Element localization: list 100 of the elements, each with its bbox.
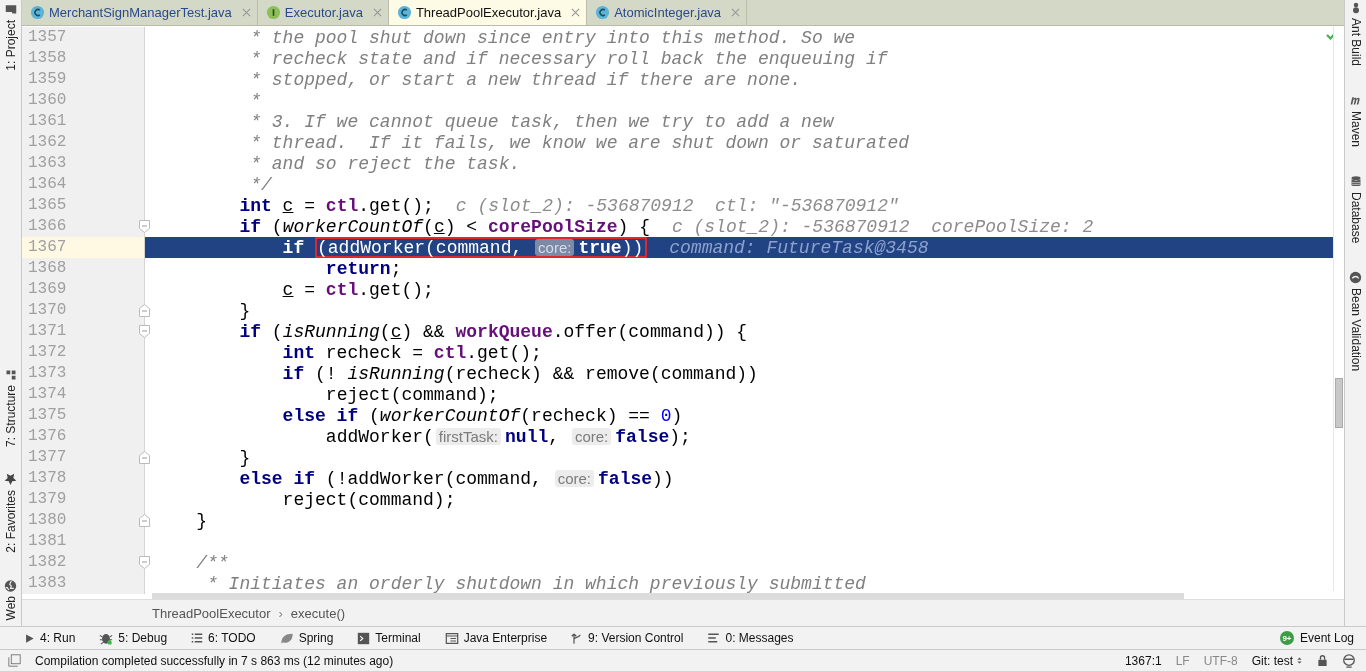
- tool-window-button[interactable]: 6: TODO: [191, 631, 256, 645]
- line-number: 1376: [27, 426, 68, 447]
- line-number: 1374: [27, 384, 68, 405]
- tool-window-button[interactable]: Ant Build: [1348, 2, 1363, 67]
- parameter-hint: core:: [535, 239, 575, 256]
- variable-name: c: [282, 195, 294, 216]
- code-text: ): [671, 405, 683, 426]
- keyword: false: [598, 468, 653, 489]
- code-text: .get();: [358, 279, 434, 300]
- notification-badge: 9+: [1279, 631, 1294, 645]
- line-number: 1365: [27, 195, 68, 216]
- field-name: ctl: [433, 342, 467, 363]
- code-text: .get();: [466, 342, 542, 363]
- close-icon[interactable]: [731, 8, 741, 17]
- code-text: }: [239, 300, 251, 321]
- breadcrumb[interactable]: ThreadPoolExecutor: [152, 605, 271, 621]
- tool-window-button[interactable]: Spring: [279, 631, 334, 645]
- code-text: (: [270, 321, 283, 342]
- editor-tab[interactable]: ThreadPoolExecutor.java: [388, 0, 588, 25]
- code-text: (addWorker(command,: [317, 237, 524, 258]
- class-icon: [595, 5, 611, 20]
- variable-name: c: [390, 321, 402, 342]
- tool-window-button[interactable]: 4: Run: [24, 631, 76, 645]
- line-number: 1381: [27, 531, 68, 552]
- git-branch[interactable]: Git: test: [1251, 653, 1303, 668]
- line-number: 1358: [27, 48, 68, 69]
- code-text: )): [652, 468, 674, 489]
- parameter-hint: firstTask:: [435, 428, 502, 445]
- line-number: 1367: [22, 237, 144, 258]
- tool-window-button[interactable]: 9: Version Control: [571, 631, 684, 645]
- line-number: 1357: [27, 27, 68, 48]
- code-text: (: [368, 405, 380, 426]
- code-comment: * 3. If we cannot queue task, then we try to add a new: [250, 111, 834, 132]
- keyword: int: [282, 342, 315, 363]
- horizontal-scrollbar[interactable]: [152, 593, 1184, 599]
- status-icon: [8, 654, 21, 667]
- code-text: ) {: [617, 216, 650, 237]
- line-number: 1366: [27, 216, 68, 237]
- code-text: ;: [390, 258, 402, 279]
- code-comment: *: [250, 90, 261, 111]
- number-literal: 0: [660, 405, 672, 426]
- class-icon: [396, 5, 412, 20]
- breadcrumb-separator: ›: [278, 605, 283, 621]
- tool-window-button[interactable]: Bean Validation: [1348, 271, 1363, 372]
- tool-window-button[interactable]: Maven: [1348, 94, 1363, 148]
- line-number: 1379: [27, 489, 68, 510]
- code-comment: * stopped, or start a new thread if there are none.: [250, 69, 802, 90]
- close-icon[interactable]: [372, 8, 382, 17]
- fold-icon[interactable]: [139, 304, 150, 317]
- tool-window-button[interactable]: 1: Project: [3, 4, 18, 71]
- tool-window-button[interactable]: Java Enterprise: [444, 631, 548, 645]
- code-text: (: [270, 216, 283, 237]
- inspector-icon: [1342, 653, 1356, 668]
- parameter-hint: core:: [554, 470, 595, 487]
- code-comment: * the pool shut down since entry into this method. So we: [250, 27, 856, 48]
- tool-window-button[interactable]: Database: [1348, 175, 1363, 244]
- keyword: true: [578, 237, 622, 258]
- interface-icon: [265, 5, 281, 20]
- line-number: 1375: [27, 405, 68, 426]
- close-icon[interactable]: [571, 8, 581, 17]
- database-icon: [1349, 175, 1362, 189]
- fold-icon[interactable]: [139, 451, 150, 464]
- line-number: 1382: [27, 552, 68, 573]
- code-text: ) <: [444, 216, 479, 237]
- fold-icon[interactable]: [139, 556, 150, 569]
- line-number: 1363: [27, 153, 68, 174]
- tool-window-button[interactable]: 0: Messages: [707, 631, 794, 645]
- code-text: );: [669, 426, 691, 447]
- fold-icon[interactable]: [139, 514, 150, 527]
- grid-window-icon: [444, 631, 459, 645]
- debug-value: c (slot_2): -536870912 corePoolSize: 2: [671, 216, 1094, 237]
- fold-icon[interactable]: [139, 325, 150, 338]
- field-name: workQueue: [455, 321, 553, 342]
- keyword: return: [325, 258, 391, 279]
- debug-value: c (slot_2): -536870912 ctl: "-536870912": [455, 195, 899, 216]
- keyword: else if: [282, 405, 359, 426]
- class-icon: [30, 5, 45, 20]
- breadcrumb[interactable]: execute(): [290, 605, 346, 621]
- keyword: int: [239, 195, 272, 216]
- run-icon: [24, 632, 35, 644]
- code-comment: * thread. If it fails, we know we are shut down or saturated: [250, 132, 910, 153]
- vertical-scrollbar[interactable]: [1333, 26, 1344, 591]
- close-icon[interactable]: [241, 8, 251, 17]
- tool-window-button[interactable]: 5: Debug: [99, 631, 168, 645]
- keyword: if: [282, 237, 305, 258]
- code-comment: /**: [196, 552, 229, 573]
- code-text: }: [239, 447, 251, 468]
- keyword: if: [239, 321, 261, 342]
- keyword: if: [239, 216, 261, 237]
- event-log-button[interactable]: Event Log: [1299, 631, 1354, 645]
- caret-position[interactable]: 1367:1: [1124, 653, 1162, 668]
- lock-icon: [1317, 654, 1328, 667]
- tool-window-button[interactable]: 7: Structure: [3, 368, 18, 447]
- line-number: 1359: [27, 69, 68, 90]
- tool-window-button[interactable]: 2: Favorites: [3, 472, 18, 553]
- tool-window-button[interactable]: Terminal: [357, 631, 421, 645]
- tool-window-button[interactable]: Web: [3, 578, 18, 620]
- code-text: ) &&: [401, 321, 446, 342]
- fold-icon[interactable]: [139, 220, 150, 233]
- list-icon: [191, 632, 204, 644]
